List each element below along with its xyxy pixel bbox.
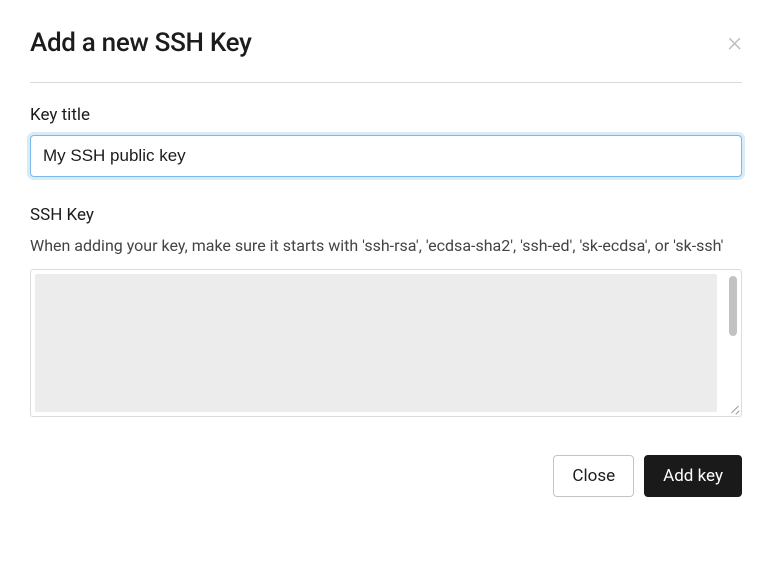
ssh-key-group: SSH Key When adding your key, make sure … bbox=[30, 205, 742, 417]
key-title-group: Key title bbox=[30, 105, 742, 177]
dialog-title: Add a new SSH Key bbox=[30, 28, 252, 58]
add-key-button[interactable]: Add key bbox=[644, 455, 742, 497]
key-title-input[interactable] bbox=[30, 135, 742, 177]
ssh-key-helper: When adding your key, make sure it start… bbox=[30, 235, 742, 257]
close-button[interactable]: Close bbox=[553, 455, 634, 497]
textarea-content-area bbox=[35, 274, 717, 412]
dialog-header: Add a new SSH Key × bbox=[30, 28, 742, 83]
textarea-resize-handle[interactable] bbox=[727, 402, 739, 414]
close-icon[interactable]: × bbox=[727, 28, 742, 56]
ssh-key-textarea[interactable] bbox=[30, 269, 742, 417]
textarea-scrollbar[interactable] bbox=[729, 276, 737, 336]
ssh-key-label: SSH Key bbox=[30, 205, 742, 225]
add-ssh-key-dialog: Add a new SSH Key × Key title SSH Key Wh… bbox=[0, 0, 772, 497]
key-title-label: Key title bbox=[30, 105, 742, 125]
dialog-footer: Close Add key bbox=[30, 445, 742, 497]
